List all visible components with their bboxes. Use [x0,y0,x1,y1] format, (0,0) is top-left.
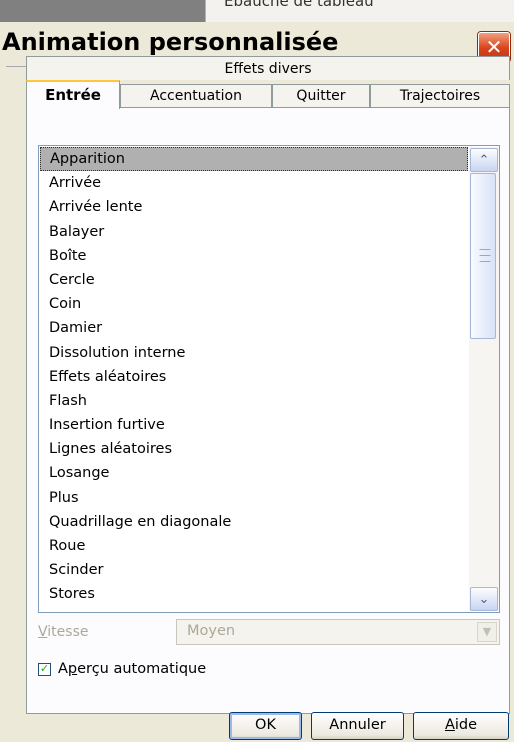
speed-label-rest: itesse [47,624,89,640]
ok-button[interactable]: OK [229,712,302,740]
tab-accentuation[interactable]: Accentuation [120,84,272,108]
chevron-down-icon[interactable]: ▼ [477,622,497,642]
speed-dropdown[interactable]: Moyen ▼ [176,619,500,645]
effect-item[interactable]: Stores [40,582,468,606]
effect-item[interactable]: Apparition [40,147,468,172]
help-label: ide [454,717,478,733]
chevron-up-icon: ⌃ [478,152,490,168]
tab-trajectoires[interactable]: Trajectoires [370,84,510,108]
label-part: A [58,661,68,677]
effect-item[interactable]: Flash [40,389,468,413]
effect-item[interactable]: Insertion furtive [40,413,468,437]
ok-label: OK [255,717,276,733]
effect-item[interactable]: Damier [40,316,468,340]
effect-item[interactable]: Losange [40,461,468,485]
effect-item[interactable]: Plus [40,486,468,510]
auto-preview-label: Aperçu automatique [58,661,206,677]
scroll-up-button[interactable]: ⌃ [470,148,498,172]
tab-label: Accentuation [150,88,242,104]
scroll-thumb[interactable]: — — — [470,173,496,339]
effect-item[interactable]: Effets aléatoires [40,365,468,389]
check-icon: ✓ [39,662,50,675]
label-accesskey: p [67,661,78,677]
effect-item[interactable]: Scinder [40,558,468,582]
help-accesskey: A [444,717,455,733]
effect-item[interactable]: Arrivée lente [40,195,468,219]
chevron-down-icon: ⌄ [478,591,490,607]
tab-entree[interactable]: Entrée [26,80,120,109]
cancel-label: Annuler [329,717,386,733]
scroll-down-button[interactable]: ⌄ [470,587,498,611]
help-button[interactable]: Aide [413,712,509,740]
effect-item[interactable]: Roue [40,534,468,558]
effect-item[interactable]: Lignes aléatoires [40,437,468,461]
effect-item[interactable]: Balayer [40,220,468,244]
effect-item[interactable]: Boîte [40,244,468,268]
background-doc-text: Ébauche de tableau [224,0,374,10]
effect-item[interactable]: Coin [40,292,468,316]
auto-preview-row[interactable]: ✓ Aperçu automatique [38,659,206,679]
tab-label: Effets divers [224,61,312,77]
tab-label: Entrée [45,86,101,104]
speed-value: Moyen [187,623,236,639]
button-bar: OK Annuler Aide [0,706,514,742]
effects-list: Apparition Arrivée Arrivée lente Balayer Boî… [40,147,468,607]
tab-row: Entrée Accentuation Quitter Trajectoires [26,80,510,109]
background-document-item: Ébauche de tableau [205,0,514,22]
tab-label: Quitter [296,88,346,104]
effect-item[interactable]: Cercle [40,268,468,292]
auto-preview-checkbox[interactable]: ✓ [38,662,51,676]
speed-label-accesskey: V [38,624,48,640]
grip-icon: — — — [479,242,491,268]
effects-listbox[interactable]: Apparition Arrivée Arrivée lente Balayer Boî… [38,145,500,613]
effect-item[interactable]: Dissolution interne [40,341,468,365]
tab-label: Trajectoires [399,88,481,104]
effect-item[interactable]: Arrivée [40,171,468,195]
label-part: erçu automatique [77,661,207,677]
dialog-title: Animation personnalisée [2,28,339,56]
tab-effets-divers[interactable]: Effets divers [26,56,510,80]
speed-label: Vitesse [38,624,88,640]
vertical-scrollbar[interactable]: ⌃ — — — ⌄ [469,147,499,611]
tab-quitter[interactable]: Quitter [272,84,370,108]
effect-item[interactable]: Quadrillage en diagonale [40,510,468,534]
cancel-button[interactable]: Annuler [311,712,404,740]
